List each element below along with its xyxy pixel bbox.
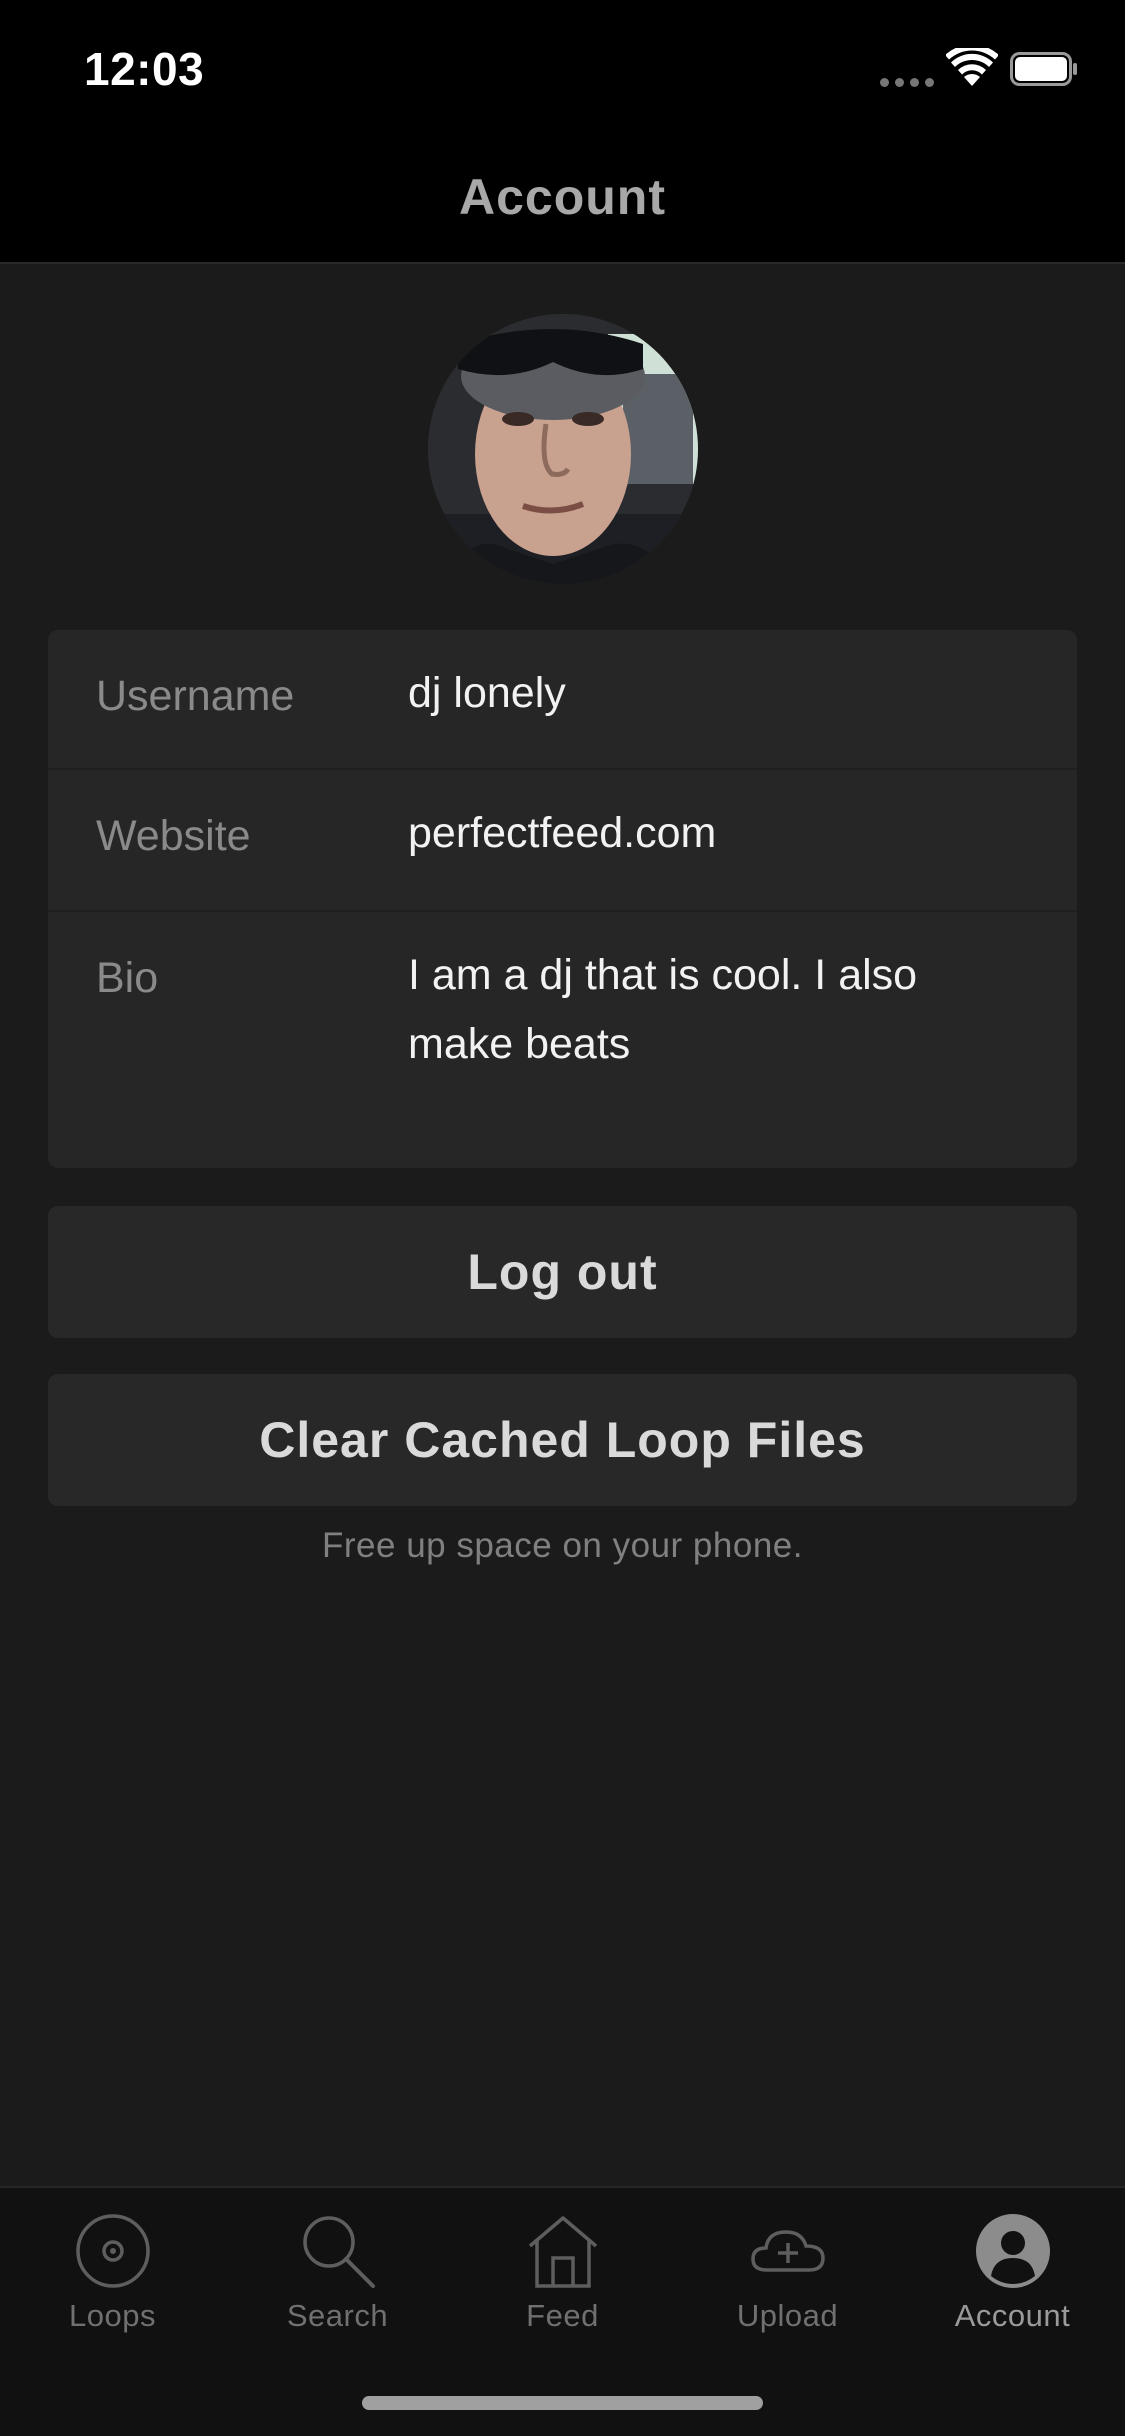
clear-cache-button[interactable]: Clear Cached Loop Files — [48, 1374, 1077, 1506]
tab-label: Search — [286, 2298, 389, 2333]
navigation-bar: Account — [0, 132, 1125, 264]
home-indicator[interactable] — [362, 2396, 763, 2410]
loops-icon — [76, 2214, 150, 2288]
bio-field[interactable]: I am a dj that is cool. I also make beat… — [408, 941, 1028, 1079]
cellular-signal-icon — [880, 74, 936, 88]
account-screen: 12:03 Account Username dj lonely Website… — [0, 0, 1125, 2436]
tab-upload[interactable]: Upload — [675, 2188, 900, 2338]
profile-info-card: Username dj lonely Website perfectfeed.c… — [48, 630, 1077, 1168]
bio-row[interactable]: Bio I am a dj that is cool. I also make … — [48, 912, 1077, 1168]
website-row[interactable]: Website perfectfeed.com — [48, 770, 1077, 912]
home-icon — [528, 2216, 598, 2288]
username-label: Username — [96, 672, 295, 720]
wifi-icon — [946, 48, 998, 86]
website-field[interactable]: perfectfeed.com — [408, 799, 1028, 868]
status-bar: 12:03 — [0, 0, 1125, 132]
avatar[interactable] — [428, 314, 698, 584]
tab-account[interactable]: Account — [900, 2188, 1125, 2338]
battery-icon — [1010, 52, 1077, 86]
website-label: Website — [96, 812, 251, 860]
bio-label: Bio — [96, 954, 159, 1002]
account-icon — [976, 2214, 1050, 2288]
tab-label: Feed — [526, 2298, 599, 2333]
search-icon — [303, 2216, 375, 2288]
username-row[interactable]: Username dj lonely — [48, 630, 1077, 770]
username-field[interactable]: dj lonely — [408, 659, 1028, 728]
tab-feed[interactable]: Feed — [450, 2188, 675, 2338]
tab-label: Upload — [736, 2298, 839, 2333]
status-time: 12:03 — [84, 43, 205, 95]
profile-photo — [428, 314, 698, 584]
tab-label: Loops — [69, 2298, 156, 2333]
tab-label: Account — [954, 2298, 1071, 2333]
tab-search[interactable]: Search — [225, 2188, 450, 2338]
logout-button[interactable]: Log out — [48, 1206, 1077, 1338]
tab-loops[interactable]: Loops — [0, 2188, 225, 2338]
page-title: Account — [459, 169, 666, 225]
cloud-upload-icon — [751, 2230, 825, 2272]
clear-cache-hint: Free up space on your phone. — [322, 1526, 803, 1565]
